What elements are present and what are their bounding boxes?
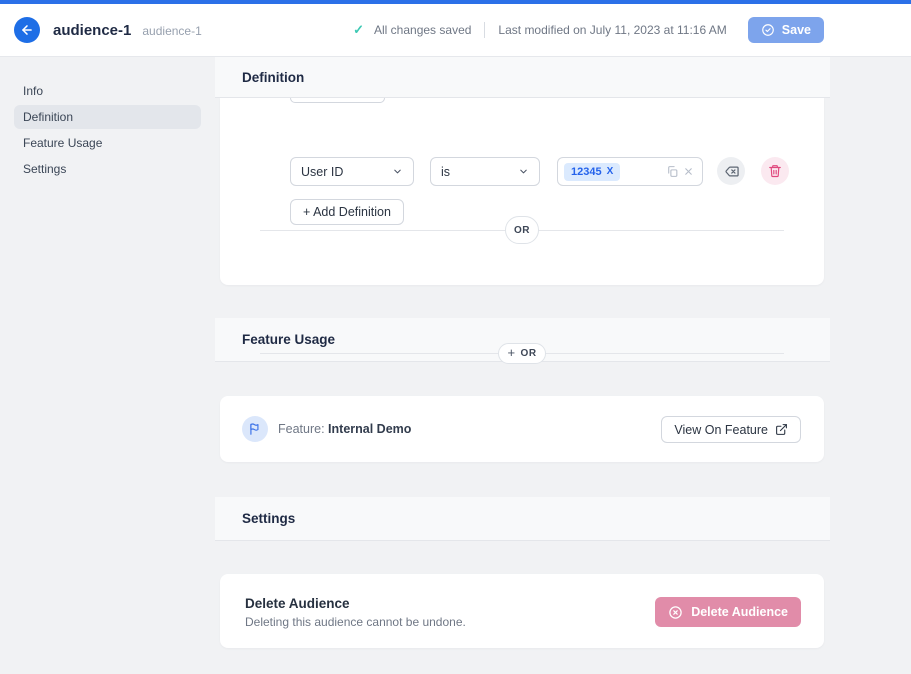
value-tag: 12345 X [564, 163, 620, 181]
save-button[interactable]: Save [748, 17, 824, 43]
add-or-label: OR [521, 348, 537, 359]
save-button-label: Save [782, 23, 811, 37]
definition-card: OR User ID is 1234 [220, 98, 824, 285]
chevron-down-icon [518, 166, 529, 177]
feature-prefix: Feature: [278, 422, 325, 436]
settings-section-header: Settings [215, 497, 830, 541]
backspace-button[interactable] [717, 157, 745, 185]
sidebar-item-label: Settings [23, 162, 66, 176]
definition-section-title: Definition [242, 70, 304, 85]
feature-label: Feature: Internal Demo [278, 422, 411, 436]
trash-icon [768, 164, 782, 178]
sidebar-item-feature-usage[interactable]: Feature Usage [14, 131, 201, 155]
feature-usage-card: Feature: Internal Demo View On Feature [220, 396, 824, 462]
delete-audience-description: Deleting this audience cannot be undone. [245, 615, 466, 629]
operator-select-value: is [441, 165, 450, 179]
circle-x-icon [668, 605, 683, 620]
definition-section-header: Definition [215, 57, 830, 98]
value-tag-input[interactable]: 12345 X [557, 157, 703, 186]
or-badge: OR [505, 216, 539, 244]
field-select-value: User ID [301, 165, 343, 179]
arrow-left-icon [20, 23, 34, 37]
flag-icon-circle [242, 416, 268, 442]
view-on-feature-button[interactable]: View On Feature [661, 416, 801, 443]
add-definition-button[interactable]: + Add Definition [290, 199, 404, 225]
app-header: audience-1 audience-1 ✓ All changes save… [0, 4, 911, 57]
sidebar-item-settings[interactable]: Settings [14, 157, 201, 181]
feature-name: Internal Demo [328, 422, 411, 436]
circle-check-icon [761, 23, 775, 37]
chevron-down-icon [392, 166, 403, 177]
view-on-feature-label: View On Feature [674, 423, 768, 437]
plus-icon: + [507, 345, 515, 360]
add-or-button[interactable]: + OR [498, 343, 545, 364]
sidebar-item-definition[interactable]: Definition [14, 105, 201, 129]
field-select[interactable]: User ID [290, 157, 414, 186]
add-or-divider: + OR [260, 339, 784, 367]
clear-input-icon[interactable] [683, 166, 694, 177]
sidebar-item-info[interactable]: Info [14, 79, 201, 103]
sidebar-item-label: Feature Usage [23, 136, 102, 150]
operator-select[interactable]: is [430, 157, 540, 186]
delete-audience-title: Delete Audience [245, 596, 350, 611]
flag-icon [248, 422, 262, 436]
delete-rule-button[interactable] [761, 157, 789, 185]
sidebar-item-label: Definition [23, 110, 73, 124]
saved-status: All changes saved [374, 23, 471, 37]
copy-icon[interactable] [666, 165, 679, 178]
delete-audience-button[interactable]: Delete Audience [655, 597, 801, 627]
settings-section-title: Settings [242, 511, 295, 526]
backspace-icon [724, 164, 739, 179]
check-icon: ✓ [353, 22, 364, 38]
or-badge-label: OR [514, 225, 530, 236]
clipped-add-definition-button[interactable] [290, 98, 385, 103]
delete-audience-card: Delete Audience Deleting this audience c… [220, 574, 824, 648]
value-tag-text: 12345 [571, 166, 602, 178]
page-title: audience-1 [53, 22, 131, 39]
back-button[interactable] [14, 17, 40, 43]
last-modified-text: Last modified on July 11, 2023 at 11:16 … [498, 23, 726, 37]
divider [484, 22, 485, 38]
header-right: ✓ All changes saved Last modified on Jul… [353, 4, 824, 56]
sidebar-item-label: Info [23, 84, 43, 98]
definition-rule-row: User ID is 12345 X [220, 157, 824, 186]
external-link-icon [775, 423, 788, 436]
main-content: Definition OR User ID is [215, 57, 830, 674]
input-icons [666, 165, 694, 178]
page-subtitle: audience-1 [142, 24, 201, 38]
sidebar: Info Definition Feature Usage Settings [0, 57, 215, 674]
tag-remove-icon[interactable]: X [607, 166, 614, 177]
delete-audience-button-label: Delete Audience [691, 605, 788, 619]
